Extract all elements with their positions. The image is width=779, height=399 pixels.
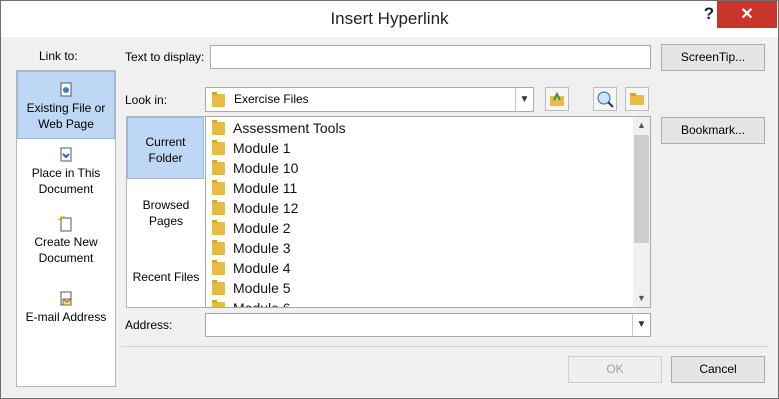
folder-icon — [212, 160, 225, 175]
browse-recent-files-label: Recent Files — [132, 270, 200, 284]
chevron-down-icon[interactable]: ▼ — [632, 314, 650, 336]
file-name: Module 4 — [233, 260, 291, 276]
browse-web-button[interactable] — [593, 87, 617, 111]
screentip-button[interactable]: ScreenTip... — [661, 44, 765, 71]
browse-browsed-pages[interactable]: Browsed Pages — [127, 197, 205, 231]
browse-file-icon — [630, 93, 644, 105]
link-create-new-document[interactable]: Create New Document — [18, 216, 114, 266]
browse-panel: Current Folder Browsed Pages Recent File… — [126, 116, 206, 308]
text-to-display-input[interactable] — [210, 45, 651, 69]
file-name: Module 1 — [233, 140, 291, 156]
file-name: Module 10 — [233, 160, 299, 176]
text-to-display-label: Text to display: — [125, 50, 205, 64]
folder-icon — [212, 280, 225, 295]
folder-icon — [212, 120, 225, 135]
browse-file-button[interactable] — [625, 87, 649, 111]
link-to-panel: Existing File or Web Page Place in This … — [16, 70, 116, 387]
address-input[interactable]: ▼ — [205, 313, 651, 337]
list-item[interactable]: Module 12 — [212, 198, 298, 218]
close-button[interactable]: ✕ — [717, 1, 777, 28]
browse-current-folder-label: Current Folder — [145, 135, 186, 165]
up-folder-icon — [550, 91, 564, 106]
folder-icon — [212, 260, 225, 275]
list-item[interactable]: Module 10 — [212, 158, 298, 178]
list-item[interactable]: Module 5 — [212, 278, 291, 298]
scroll-down-icon[interactable]: ▼ — [633, 290, 650, 307]
link-existing-file-label: Existing File or Web Page — [26, 101, 106, 131]
file-name: Module 11 — [233, 180, 298, 196]
cancel-button[interactable]: Cancel — [671, 356, 765, 383]
link-to-label: Link to: — [39, 49, 78, 63]
chevron-down-icon[interactable]: ▼ — [515, 88, 533, 111]
ok-button[interactable]: OK — [568, 356, 662, 383]
file-name: Module 2 — [233, 220, 291, 236]
look-in-label: Look in: — [125, 93, 168, 107]
file-name: Module 12 — [233, 200, 299, 216]
browse-current-folder[interactable]: Current Folder — [127, 117, 204, 179]
address-label: Address: — [125, 318, 173, 332]
folder-icon — [212, 140, 225, 155]
list-item[interactable]: Module 4 — [212, 258, 291, 278]
link-email-address-label: E-mail Address — [25, 310, 107, 324]
list-item[interactable]: Module 2 — [212, 218, 291, 238]
existing-file-icon — [60, 82, 72, 97]
scroll-up-icon[interactable]: ▲ — [633, 117, 650, 134]
link-place-in-document-label: Place in This Document — [31, 166, 101, 196]
link-email-address[interactable]: E-mail Address — [18, 291, 114, 331]
link-create-new-document-label: Create New Document — [34, 235, 98, 265]
bookmark-button[interactable]: Bookmark... — [661, 117, 765, 144]
file-name: Module 3 — [233, 240, 291, 256]
insert-hyperlink-dialog: Insert Hyperlink ? ✕ Link to: Existing F… — [0, 0, 779, 399]
title-bar: Insert Hyperlink ? ✕ — [1, 1, 778, 37]
folder-icon — [212, 92, 225, 107]
file-list: Assessment Tools Module 1 Module 10 Modu… — [205, 116, 651, 308]
list-item[interactable]: Module 6 — [212, 298, 291, 308]
list-item[interactable]: Assessment Tools — [212, 118, 346, 138]
scroll-thumb[interactable] — [634, 135, 649, 243]
file-name: Assessment Tools — [233, 120, 346, 136]
browse-recent-files[interactable]: Recent Files — [127, 269, 205, 287]
link-place-in-document[interactable]: Place in This Document — [18, 147, 114, 197]
browse-web-icon — [597, 91, 614, 108]
folder-icon — [212, 300, 225, 307]
folder-icon — [212, 200, 225, 215]
look-in-value: Exercise Files — [234, 92, 309, 106]
folder-icon — [212, 220, 225, 235]
new-document-icon — [58, 216, 72, 232]
list-item[interactable]: Module 1 — [212, 138, 291, 158]
window-title: Insert Hyperlink — [330, 9, 449, 28]
file-name: Module 6 — [233, 300, 291, 308]
file-name: Module 5 — [233, 280, 291, 296]
link-existing-file[interactable]: Existing File or Web Page — [17, 71, 115, 139]
up-folder-button[interactable] — [545, 87, 569, 111]
list-item[interactable]: Module 3 — [212, 238, 291, 258]
folder-icon — [212, 180, 225, 195]
browse-browsed-pages-label: Browsed Pages — [142, 198, 190, 228]
place-in-document-icon — [60, 147, 72, 162]
file-list-scrollbar[interactable]: ▲ ▼ — [633, 117, 650, 307]
folder-icon — [212, 240, 225, 255]
email-icon — [60, 291, 72, 306]
look-in-combo[interactable]: Exercise Files ▼ — [205, 87, 534, 112]
divider — [121, 346, 769, 347]
list-item[interactable]: Module 11 — [212, 178, 297, 198]
